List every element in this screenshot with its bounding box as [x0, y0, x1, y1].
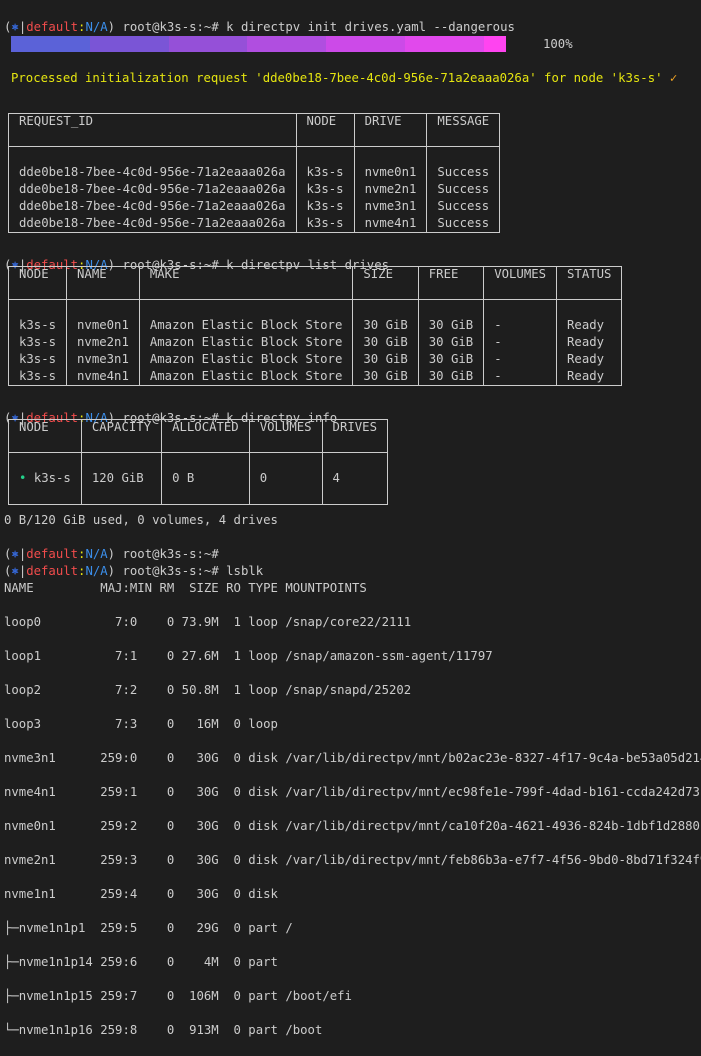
progress-segment	[168, 36, 248, 52]
prompt-line-info: (⎈|default:N/A) root@k3s-s:~# k directpv…	[4, 411, 338, 425]
summary-line: 0 B/120 GiB used, 0 volumes, 4 drives	[4, 513, 278, 527]
info-table: NODE CAPACITY ALLOCATED VOLUMES DRIVES •…	[8, 419, 388, 505]
capacity-cell: 120 GiB	[81, 452, 163, 505]
lsblk-row: └─nvme1n1p16 259:8 0 913M 0 part /boot	[4, 1023, 323, 1037]
header-name: NAME	[66, 266, 140, 300]
header-message: MESSAGE	[426, 113, 500, 147]
header-request-id: REQUEST_ID	[8, 113, 297, 147]
prompt-line-list: (⎈|default:N/A) root@k3s-s:~# k directpv…	[4, 258, 390, 272]
header-free: FREE	[418, 266, 485, 300]
lsblk-row: ├─nvme1n1p1 259:5 0 29G 0 part /	[4, 921, 293, 935]
lsblk-header: NAME MAJ:MIN RM SIZE RO TYPE MOUNTPOINTS	[4, 581, 367, 595]
status-column: Ready Ready Ready Ready	[567, 318, 605, 383]
header-volumes: VOLUMES	[483, 266, 558, 300]
drives-cell: 4	[332, 471, 340, 485]
lsblk-row: loop2 7:2 0 50.8M 1 loop /snap/snapd/252…	[4, 683, 412, 697]
lsblk-row: nvme2n1 259:3 0 30G 0 disk /var/lib/dire…	[4, 853, 701, 867]
prompt-line-empty: (⎈|default:N/A) root@k3s-s:~#	[4, 547, 219, 561]
header-drive: DRIVE	[354, 113, 428, 147]
check-icon: ✓	[669, 71, 678, 85]
online-dot-icon: •	[19, 471, 27, 485]
lsblk-row: nvme0n1 259:2 0 30G 0 disk /var/lib/dire…	[4, 819, 701, 833]
lsblk-row: loop3 7:3 0 16M 0 loop	[4, 717, 278, 731]
lsblk-row: ├─nvme1n1p15 259:7 0 106M 0 part /boot/e…	[4, 989, 352, 1003]
init-message: Processed initialization request 'dde0be…	[11, 71, 663, 85]
header-capacity: CAPACITY	[81, 419, 163, 453]
progress-segment	[483, 36, 506, 52]
request-id-column: dde0be18-7bee-4c0d-956e-71a2eaaa026a dde0…	[8, 146, 297, 233]
header-drives: DRIVES	[322, 419, 388, 453]
make-column: Amazon Elastic Block Store Amazon Elastic…	[139, 299, 354, 386]
header-node: NODE	[8, 419, 82, 453]
volumes-cell: 0	[249, 452, 323, 505]
size-column: 30 GiB 30 GiB 30 GiB 30 GiB	[352, 299, 419, 386]
header-volumes: VOLUMES	[249, 419, 323, 453]
lsblk-row: nvme3n1 259:0 0 30G 0 disk /var/lib/dire…	[4, 751, 701, 765]
allocated-cell: 0 B	[161, 452, 250, 505]
node-cell: • k3s-s	[8, 452, 82, 505]
command-text: k directpv init drives.yaml --dangerous	[226, 20, 515, 34]
header-allocated: ALLOCATED	[161, 419, 250, 453]
lsblk-row: nvme4n1 259:1 0 30G 0 disk /var/lib/dire…	[4, 785, 701, 799]
progress-segment	[326, 36, 405, 52]
free-column: 30 GiB 30 GiB 30 GiB 30 GiB	[418, 299, 485, 386]
progress-segment	[247, 36, 326, 52]
lsblk-row: ├─nvme1n1p14 259:6 0 4M 0 part	[4, 955, 278, 969]
node-column: k3s-s k3s-s k3s-s k3s-s	[8, 299, 68, 386]
header-size: SIZE	[352, 266, 419, 300]
lsblk-output: NAME MAJ:MIN RM SIZE RO TYPE MOUNTPOINTS…	[4, 563, 701, 1056]
progress-percent: 100%	[543, 37, 573, 51]
kubernetes-icon: ⎈	[11, 20, 19, 34]
drives-table: NODE NAME MAKE SIZE FREE VOLUMES STATUS …	[8, 266, 623, 386]
name-column: nvme0n1 nvme2n1 nvme3n1 nvme4n1	[66, 299, 140, 386]
lsblk-row: nvme1n1 259:4 0 30G 0 disk	[4, 887, 278, 901]
header-node: NODE	[296, 113, 355, 147]
volumes-column: ----	[483, 299, 558, 386]
drive-column: nvme0n1 nvme2n1 nvme3n1 nvme4n1	[354, 146, 428, 233]
progress-segment	[11, 36, 90, 52]
lsblk-row: loop1 7:1 0 27.6M 1 loop /snap/amazon-ss…	[4, 649, 493, 663]
progress-segment	[89, 36, 169, 52]
progress-segment	[404, 36, 484, 52]
lsblk-row: loop0 7:0 0 73.9M 1 loop /snap/core22/21…	[4, 615, 412, 629]
init-result-table: REQUEST_ID NODE DRIVE MESSAGE dde0be18-7…	[8, 113, 501, 233]
init-message-line: Processed initialization request 'dde0be…	[11, 70, 677, 87]
node-column: k3s-s k3s-s k3s-s k3s-s	[296, 146, 355, 233]
prompt-line-lsblk: (⎈|default:N/A) root@k3s-s:~# lsblk	[4, 564, 264, 578]
header-node: NODE	[8, 266, 68, 300]
header-status: STATUS	[556, 266, 622, 300]
message-column: Success Success Success Success	[437, 165, 490, 230]
prompt-line-init: (⎈|default:N/A) root@k3s-s:~# k directpv…	[4, 20, 515, 34]
header-make: MAKE	[139, 266, 354, 300]
progress-bar	[11, 36, 536, 52]
